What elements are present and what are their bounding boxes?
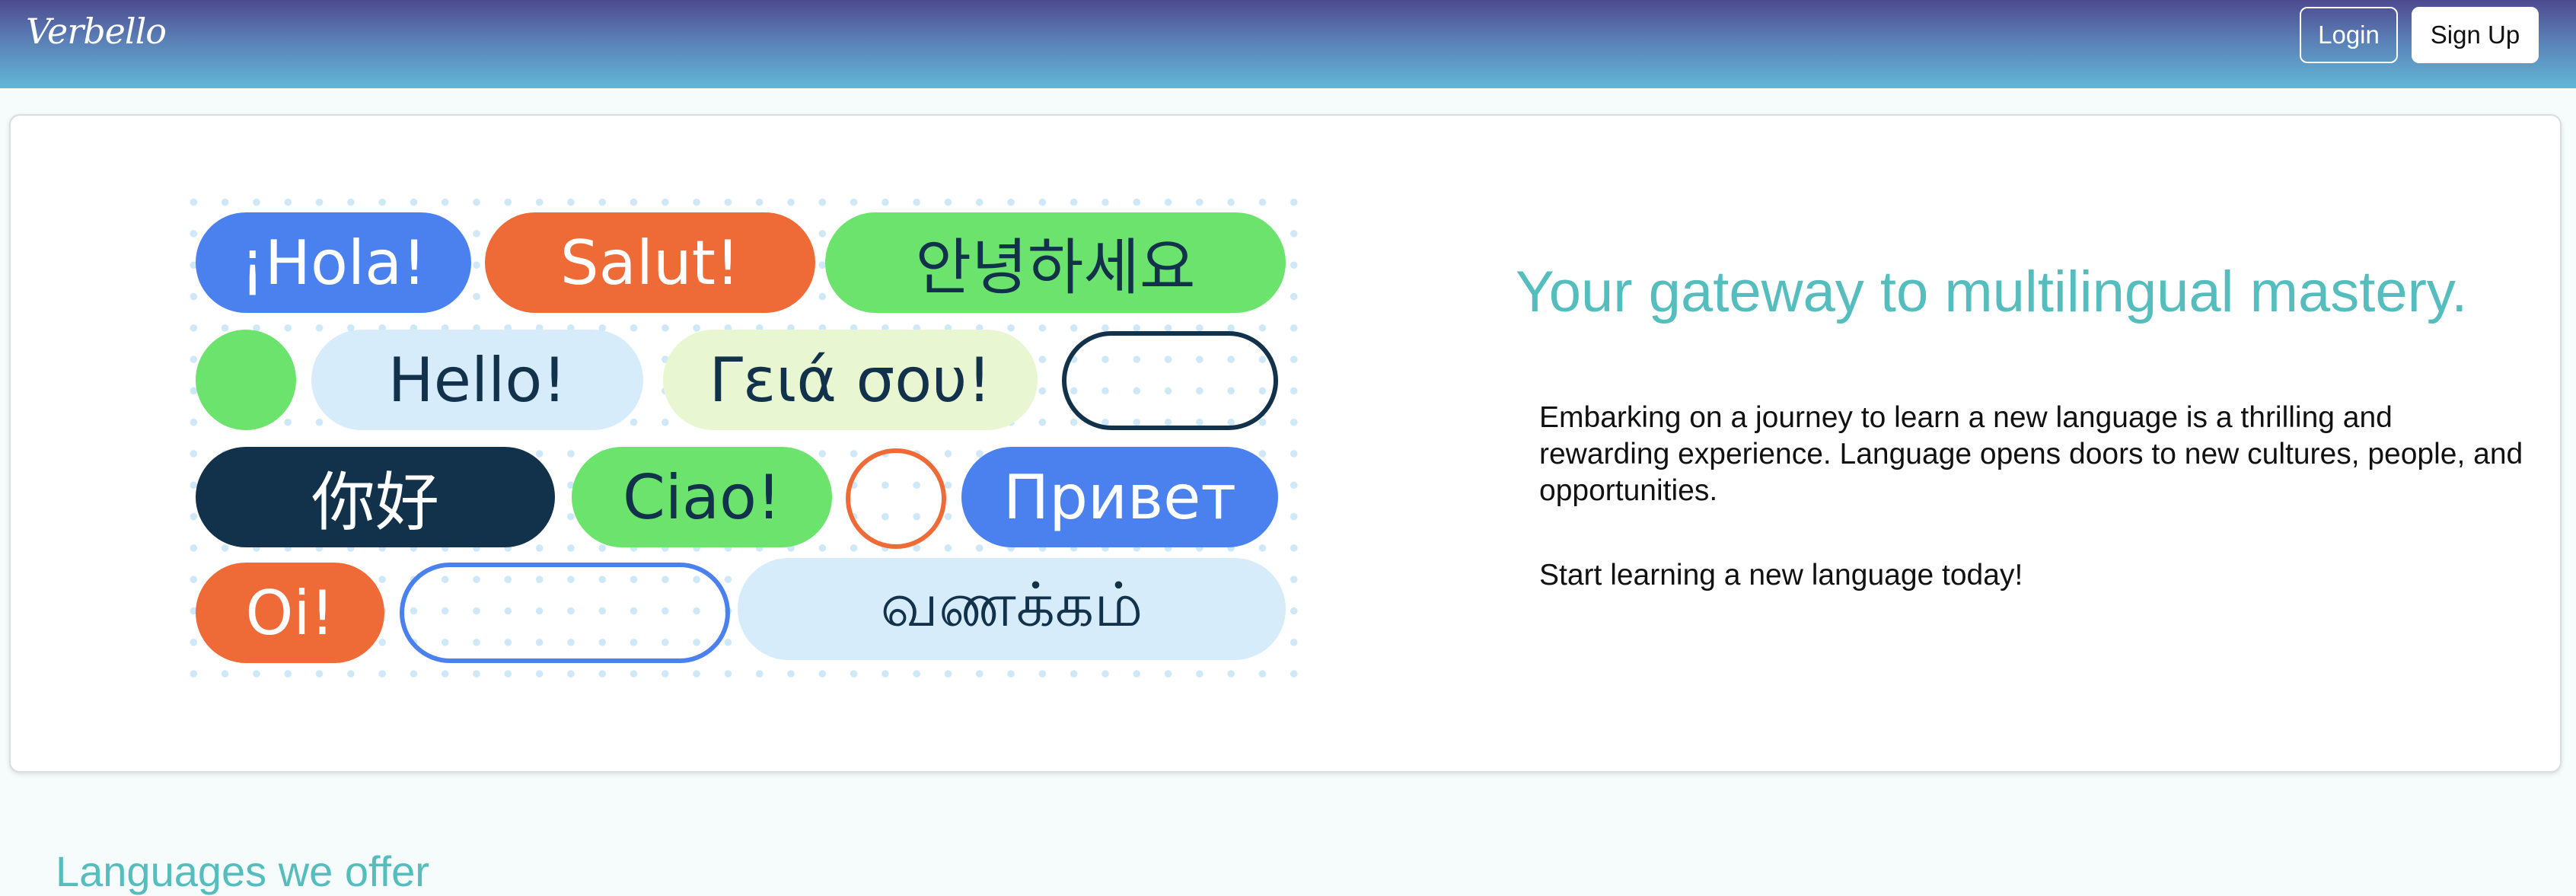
signup-button[interactable]: Sign Up [2412,7,2539,63]
greeting-text: வணக்கம் [880,569,1143,640]
greetings-illustration: ¡Hola! Salut! 안녕하세요 Hello! Γειά σου! 你好 … [187,187,1313,697]
greeting-text: 안녕하세요 [915,232,1196,303]
greeting-pill-chinese: 你好 [196,447,555,547]
greeting-text: Ciao! [622,461,782,533]
top-navbar: Verbello Login Sign Up [0,0,2576,88]
decorative-outline-pill-blue [400,563,730,663]
greeting-pill-italian: Ciao! [572,447,832,547]
greeting-text: 你好 [311,464,439,540]
hero-card: ¡Hola! Salut! 안녕하세요 Hello! Γειά σου! 你好 … [9,114,2562,773]
greeting-pill-portuguese: Oi! [196,563,384,663]
greeting-text: Salut! [560,227,741,298]
hero-title: Your gateway to multilingual mastery. [1516,260,2468,324]
greeting-text: Oi! [245,577,335,649]
greeting-pill-russian: Привет [961,447,1278,547]
greeting-pill-french: Salut! [485,212,815,313]
login-button[interactable]: Login [2300,7,2398,63]
decorative-outline-pill [1062,331,1278,430]
greeting-text: Привет [1003,461,1236,533]
greeting-pill-korean: 안녕하세요 [825,212,1286,313]
languages-section-heading: Languages we offer [56,847,429,895]
greeting-pill-greek: Γειά σου! [663,330,1038,430]
greeting-text: Γειά σου! [709,344,992,416]
hero-cta-text: Start learning a new language today! [1539,559,2023,591]
decorative-outline-circle [846,448,946,549]
decorative-green-circle [196,330,296,430]
greeting-text: Hello! [387,344,567,416]
brand-logo[interactable]: Verbello [26,11,167,52]
greeting-pill-tamil: வணக்கம் [738,558,1286,660]
greeting-text: ¡Hola! [240,227,427,298]
hero-description: Embarking on a journey to learn a new la… [1539,401,2523,507]
greeting-pill-spanish: ¡Hola! [196,212,471,313]
greeting-pill-english: Hello! [311,330,643,430]
